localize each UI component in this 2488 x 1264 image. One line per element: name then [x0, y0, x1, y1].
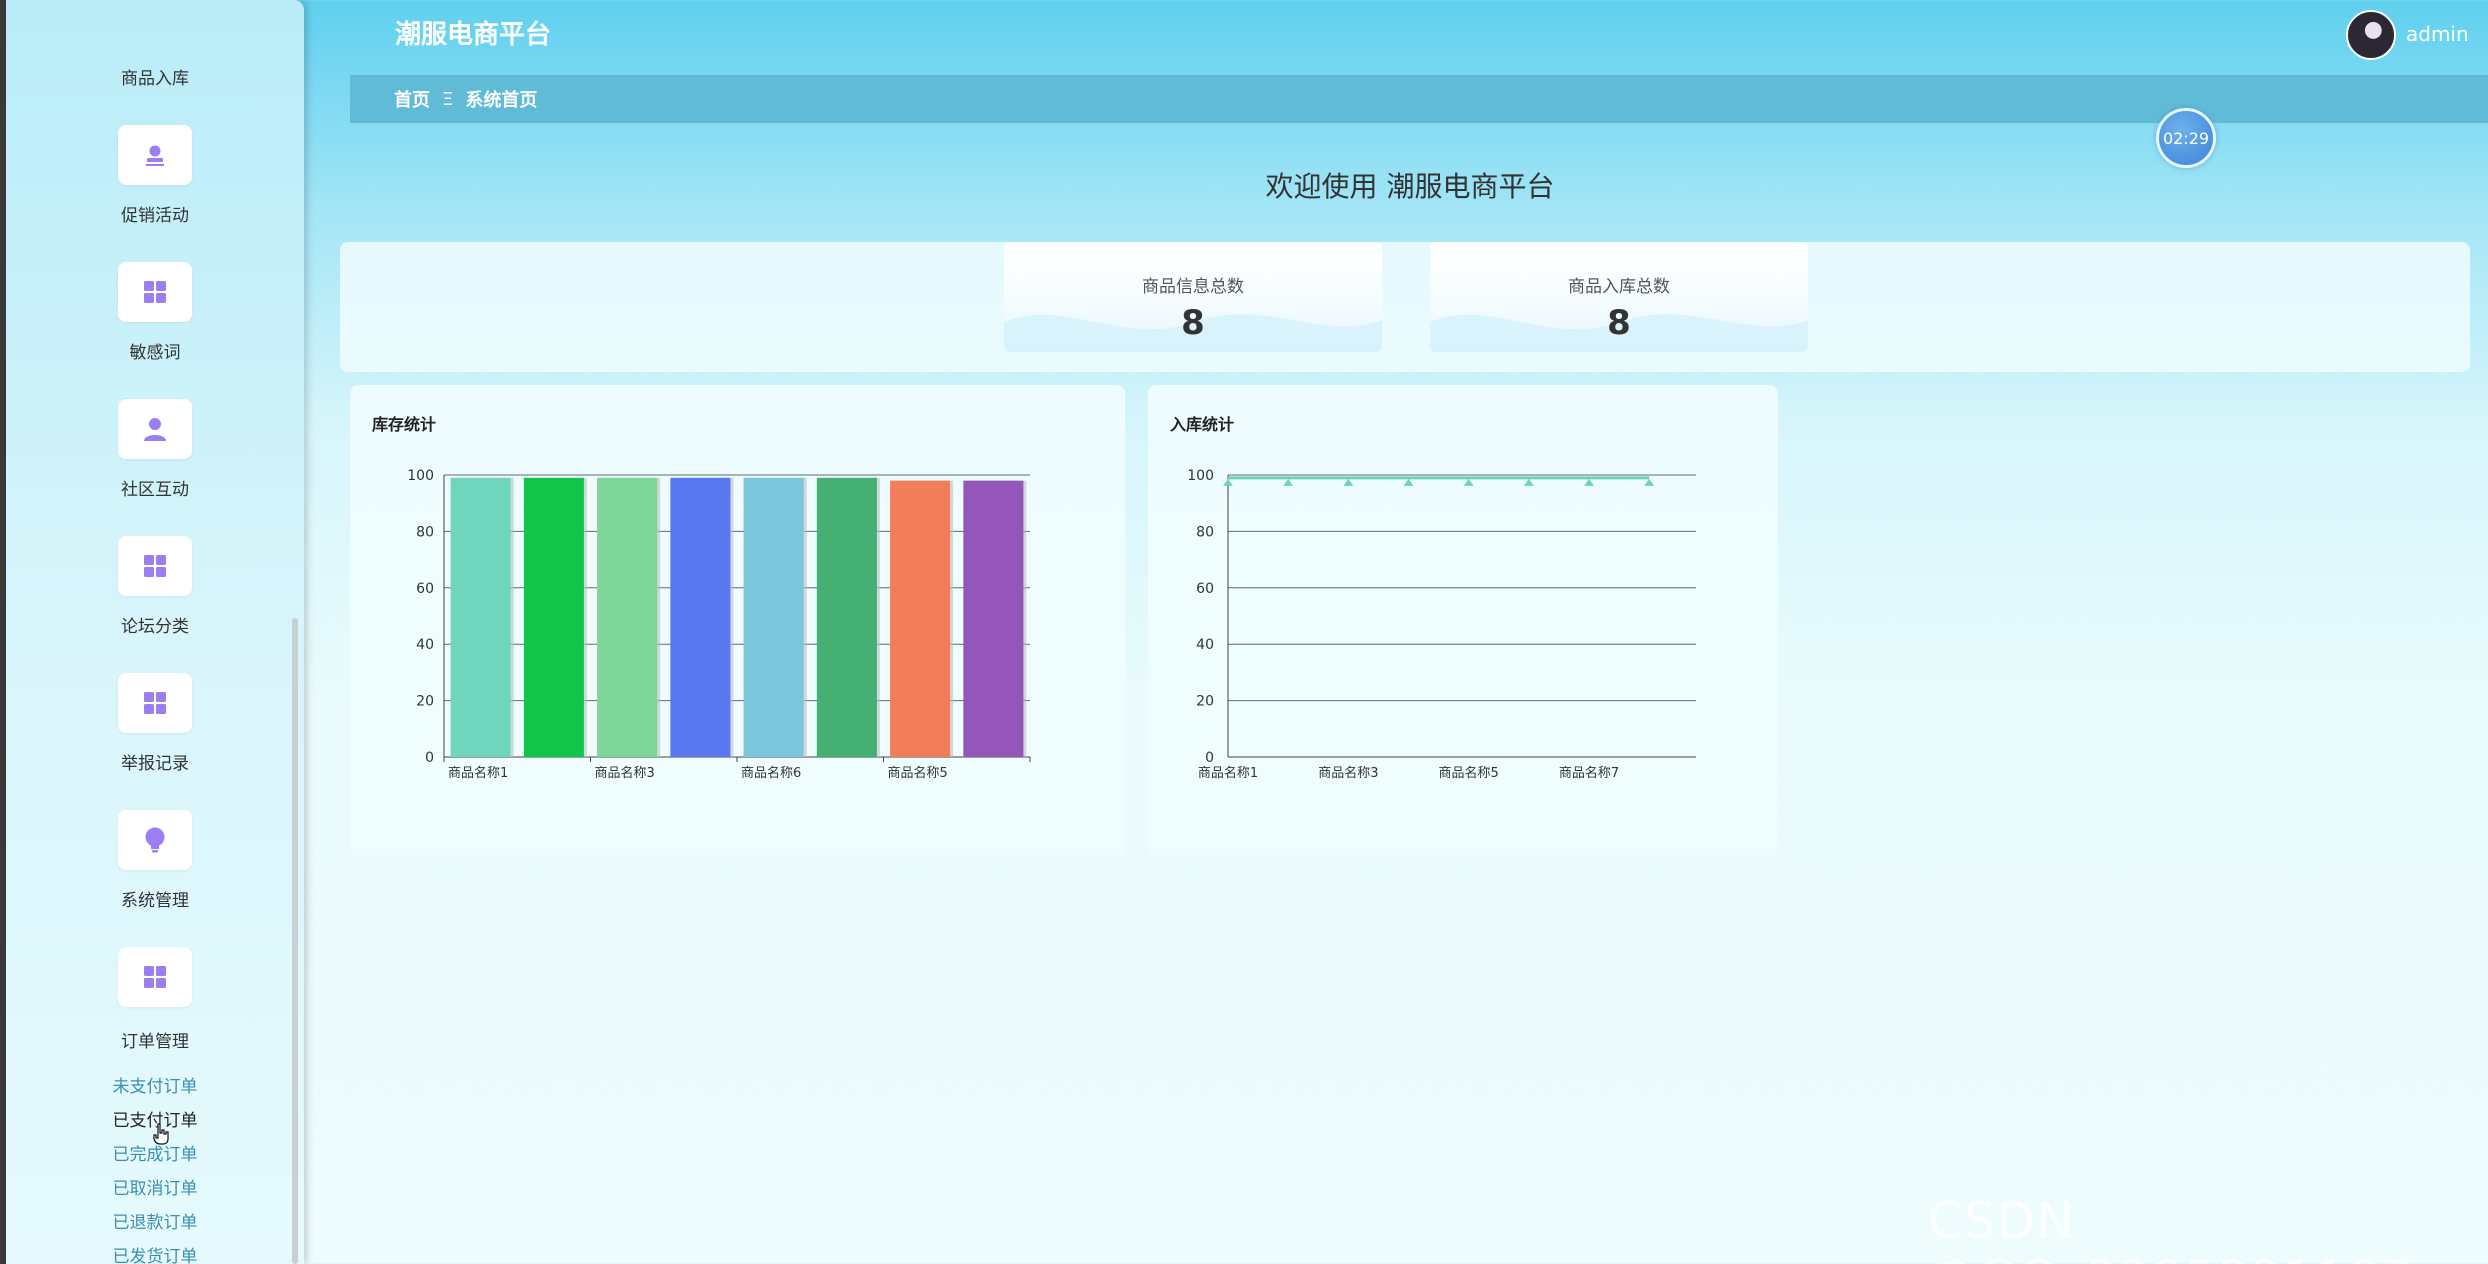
lightbulb-icon: [118, 810, 192, 870]
stat-card-goods-info: 商品信息总数 8: [1004, 242, 1382, 352]
inventory-chart-card: 库存统计 0 20 40 60 80 100 商品名称1 商品名称3 商品名称6 商品名称5: [350, 385, 1125, 855]
bar-商品名称3: [597, 477, 658, 757]
sidebar-item-community[interactable]: 社区互动: [6, 399, 304, 519]
stat-label: 商品信息总数: [1142, 277, 1244, 297]
data-point-商品名称5: [1463, 478, 1474, 486]
data-point-商品名称3: [1343, 478, 1354, 486]
grid-icon: [118, 947, 192, 1007]
y-tick-label: 0: [425, 750, 434, 766]
subitem-refunded-orders[interactable]: 已退款订单: [6, 1208, 304, 1233]
sidebar-item-goods-inbound[interactable]: 商品入库: [6, 64, 304, 89]
stat-value: 8: [1181, 303, 1205, 343]
x-tick-label: 商品名称6: [741, 765, 801, 781]
stat-card-goods-inbound: 商品入库总数 8: [1430, 242, 1808, 352]
user-stamp-icon: [118, 125, 192, 185]
y-tick-label: 100: [407, 468, 434, 484]
inbound-chart-card: 入库统计 0 20 40 60 80 100 商品名称1 商品名称3 商品名称5 商品名称7: [1148, 385, 1778, 855]
sidebar-item-label: 举报记录: [121, 754, 189, 774]
sidebar-item-promotions[interactable]: 促销活动: [6, 125, 304, 245]
y-tick-label: 100: [1187, 468, 1214, 484]
bar-商品名称5: [890, 480, 951, 757]
breadcrumb-home[interactable]: 首页: [394, 86, 430, 112]
y-tick-label: 0: [1205, 750, 1214, 766]
x-tick-label: 商品名称5: [1439, 765, 1499, 781]
sidebar-item-system[interactable]: 系统管理: [6, 810, 304, 930]
x-tick-label: 商品名称1: [1198, 765, 1258, 781]
sidebar-item-label: 订单管理: [121, 1032, 189, 1052]
x-tick-label: 商品名称3: [595, 765, 655, 781]
bar-商品名称8: [963, 480, 1024, 757]
y-tick-label: 80: [416, 524, 434, 540]
stat-value: 8: [1607, 303, 1631, 343]
data-point-商品名称4: [1403, 478, 1414, 486]
y-tick-label: 60: [1196, 581, 1214, 597]
x-tick-label: 商品名称7: [1559, 765, 1619, 781]
y-tick-label: 80: [1196, 524, 1214, 540]
sidebar-item-forum-category[interactable]: 论坛分类: [6, 536, 304, 656]
grid-icon: [118, 262, 192, 322]
x-tick-label: 商品名称1: [448, 765, 508, 781]
user-name[interactable]: admin: [2406, 22, 2469, 46]
grid-icon: [118, 673, 192, 733]
data-point-商品名称1: [1223, 478, 1233, 486]
bar-商品名称7: [816, 477, 877, 757]
y-tick-label: 40: [1196, 637, 1214, 653]
y-tick-label: 20: [1196, 694, 1214, 710]
y-tick-label: 40: [416, 637, 434, 653]
stats-panel: 商品信息总数 8 商品入库总数 8: [340, 242, 2470, 372]
breadcrumb-current: 系统首页: [465, 90, 538, 111]
sidebar-item-label: 社区互动: [121, 480, 189, 500]
x-tick-label: 商品名称5: [888, 765, 948, 781]
grid-icon: [118, 536, 192, 596]
sidebar-item-label: 敏感词: [129, 343, 181, 363]
timer-badge: 02:29: [2156, 108, 2216, 168]
subitem-shipped-orders[interactable]: 已发货订单: [6, 1242, 304, 1264]
sidebar: 商品入库 促销活动 敏感词 社区互动 论坛分类 举报记录 系统管理 订单管理 未…: [6, 0, 304, 1264]
welcome-heading: 欢迎使用 潮服电商平台: [1265, 170, 1555, 203]
bar-商品名称1: [450, 477, 511, 757]
y-tick-label: 20: [416, 694, 434, 710]
stat-label: 商品入库总数: [1568, 277, 1670, 297]
data-point-商品名称2: [1283, 478, 1294, 486]
bar-商品名称6: [743, 477, 804, 757]
sidebar-item-orders[interactable]: 订单管理: [6, 947, 304, 1067]
bar-商品名称2: [523, 477, 584, 757]
sidebar-item-reports[interactable]: 举报记录: [6, 673, 304, 793]
sidebar-item-label: 系统管理: [121, 891, 189, 911]
subitem-unpaid-orders[interactable]: 未支付订单: [6, 1072, 304, 1097]
data-point-商品名称6: [1523, 478, 1534, 486]
subitem-cancelled-orders[interactable]: 已取消订单: [6, 1174, 304, 1199]
y-tick-label: 60: [416, 581, 434, 597]
sidebar-scrollbar[interactable]: [292, 618, 298, 1264]
avatar[interactable]: [2346, 10, 2396, 60]
data-point-商品名称8: [1644, 478, 1655, 486]
sidebar-item-sensitive-words[interactable]: 敏感词: [6, 262, 304, 382]
sidebar-item-label: 促销活动: [121, 206, 189, 226]
line-chart: 0 20 40 60 80 100 商品名称1 商品名称3 商品名称5 商品名称7: [1187, 468, 1696, 781]
bar-商品名称4: [670, 477, 731, 757]
site-title: 潮服电商平台: [395, 20, 552, 50]
hand-cursor-icon: [153, 1123, 169, 1145]
sidebar-item-label: 论坛分类: [121, 617, 189, 637]
breadcrumb-separator: Ξ: [442, 88, 454, 110]
watermark: CSDN @QQ_3295391197: [1928, 1192, 2413, 1264]
user-icon: [118, 399, 192, 459]
bar-chart: 0 20 40 60 80 100 商品名称1 商品名称3 商品名称6 商品名称5: [407, 468, 1031, 781]
data-point-商品名称7: [1584, 478, 1595, 486]
x-tick-label: 商品名称3: [1318, 765, 1378, 781]
